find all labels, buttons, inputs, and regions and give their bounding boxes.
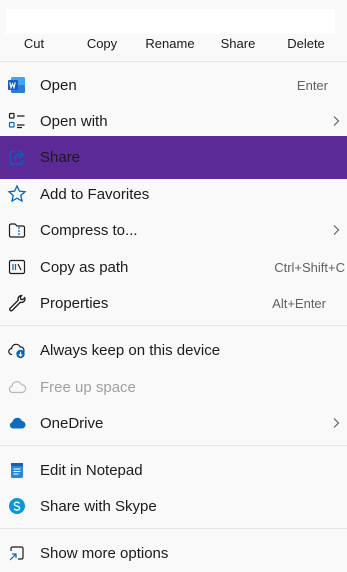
share-label: Share [220,36,256,51]
menu-item-open-with[interactable]: Open with [0,103,347,139]
shortcut-text: Alt+Enter [272,295,326,311]
cut-label: Cut [23,36,45,51]
copy-label: Copy [86,36,118,51]
menu-item-label: OneDrive [40,414,104,432]
zip-folder-icon [7,220,27,240]
divider [0,445,347,446]
menu-item-share-with-skype[interactable]: Share with Skype [0,488,347,524]
menu-item-open[interactable]: Open Enter [0,67,347,103]
menu-item-show-more-options[interactable]: Show more options [0,535,347,571]
cloud-outline-icon [7,377,27,397]
menu-item-share[interactable]: Share [0,139,347,175]
menu-item-label: Open with [40,112,108,130]
star-icon [7,184,27,204]
menu-item-always-keep[interactable]: Always keep on this device [0,332,347,368]
menu-item-label: Properties [40,294,109,312]
divider [0,528,347,529]
menu-item-label: Add to Favorites [40,185,150,203]
menu-item-free-up-space: Free up space [0,369,347,405]
onedrive-icon [7,413,27,433]
menu-item-copy-as-path[interactable]: Copy as path Ctrl+Shift+C [0,249,347,285]
delete-label: Delete [287,36,325,51]
menu-item-label: Open [40,76,77,94]
menu-item-label: Compress to... [40,221,138,239]
chevron-right-icon [333,116,340,126]
divider [0,325,347,326]
menu-item-properties[interactable]: Properties Alt+Enter [0,285,347,321]
chevron-right-icon [333,225,340,235]
menu-item-compress[interactable]: Compress to... [0,212,347,248]
menu-item-label: Free up space [40,378,136,396]
menu-item-label: Share with Skype [40,497,157,515]
highlight-inner [6,9,335,34]
shortcut-text: Ctrl+Shift+C [274,259,345,275]
skype-icon [7,496,27,516]
word-icon [7,75,27,95]
rename-label: Rename [145,36,195,51]
open-with-icon [7,111,27,131]
menu-item-add-to-favorites[interactable]: Add to Favorites [0,176,347,212]
menu-item-label: Show more options [40,544,169,562]
menu-item-edit-in-notepad[interactable]: Edit in Notepad [0,452,347,488]
show-more-icon [7,543,27,563]
wrench-icon [7,293,27,313]
menu-item-label: Copy as path [40,258,129,276]
share-icon [7,147,27,167]
notepad-icon [7,460,27,480]
chevron-right-icon [333,418,340,428]
shortcut-text: Enter [296,77,328,93]
menu-item-label: Share [40,148,81,166]
copy-path-icon [7,257,27,277]
menu-item-label: Always keep on this device [40,341,221,359]
cloud-download-icon [7,340,27,360]
divider [0,61,347,62]
menu-item-onedrive[interactable]: OneDrive [0,405,347,441]
menu-item-label: Edit in Notepad [40,461,143,479]
